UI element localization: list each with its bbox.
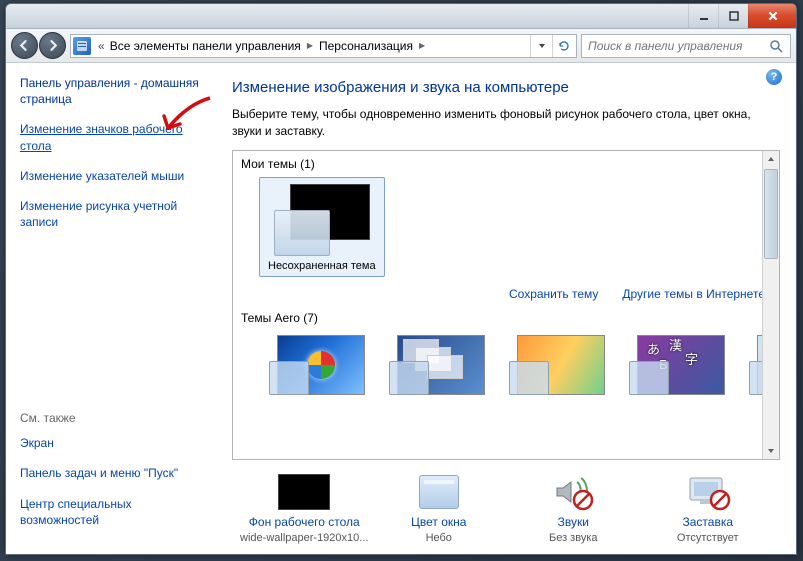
theme-tile-unsaved[interactable]: Несохраненная тема bbox=[259, 177, 385, 277]
sounds-link[interactable]: Звуки bbox=[558, 515, 589, 529]
scrollbar-track[interactable] bbox=[763, 260, 779, 442]
chevron-right-icon: ▶ bbox=[303, 41, 317, 50]
taskbar-link[interactable]: Панель задач и меню "Пуск" bbox=[20, 465, 210, 481]
page-subtitle: Выберите тему, чтобы одновременно измени… bbox=[232, 106, 780, 140]
search-box[interactable] bbox=[581, 34, 791, 58]
close-button[interactable] bbox=[748, 4, 796, 28]
scrollbar-thumb[interactable] bbox=[764, 169, 778, 259]
back-button[interactable] bbox=[11, 32, 38, 59]
search-icon bbox=[768, 38, 784, 54]
aero-theme-tile[interactable] bbox=[509, 331, 605, 395]
forward-button[interactable] bbox=[39, 32, 66, 59]
breadcrumb-overflow[interactable]: « bbox=[95, 39, 108, 53]
theme-thumbnail bbox=[274, 184, 370, 256]
desktop-icons-link[interactable]: Изменение значков рабочего стола bbox=[20, 121, 210, 153]
search-input[interactable] bbox=[588, 39, 768, 53]
maximize-button[interactable] bbox=[718, 4, 748, 28]
sounds-value: Без звука bbox=[549, 532, 598, 544]
minimize-button[interactable] bbox=[688, 4, 718, 28]
display-link[interactable]: Экран bbox=[20, 435, 210, 451]
mouse-pointers-link[interactable]: Изменение указателей мыши bbox=[20, 168, 210, 184]
save-theme-link[interactable]: Сохранить тему bbox=[509, 287, 598, 301]
navigation-bar: « Все элементы панели управления ▶ Персо… bbox=[6, 29, 796, 63]
theme-name: Несохраненная тема bbox=[268, 260, 376, 272]
account-picture-link[interactable]: Изменение рисунка учетной записи bbox=[20, 198, 210, 230]
screensaver-value: Отсутствует bbox=[677, 532, 739, 544]
sidebar: Панель управления - домашняя страница Из… bbox=[6, 63, 224, 554]
screensaver-panel[interactable]: Заставка Отсутствует bbox=[644, 472, 773, 544]
more-themes-link[interactable]: Другие темы в Интернете bbox=[622, 287, 765, 301]
aero-theme-tile[interactable] bbox=[269, 331, 365, 395]
sounds-icon bbox=[545, 472, 601, 512]
desktop-bg-link[interactable]: Фон рабочего стола bbox=[249, 515, 360, 529]
address-bar[interactable]: « Все элементы панели управления ▶ Персо… bbox=[70, 34, 577, 58]
ease-of-access-link[interactable]: Центр специальных возможностей bbox=[20, 496, 210, 528]
window-color-panel[interactable]: Цвет окна Небо bbox=[375, 472, 504, 544]
scroll-up-button[interactable] bbox=[763, 151, 779, 168]
desktop-bg-icon bbox=[276, 472, 332, 512]
sounds-panel[interactable]: Звуки Без звука bbox=[509, 472, 638, 544]
control-panel-icon bbox=[73, 37, 91, 55]
main-panel: ? Изменение изображения и звука на компь… bbox=[224, 63, 796, 554]
dropdown-button[interactable] bbox=[530, 35, 552, 57]
desktop-background-panel[interactable]: Фон рабочего стола wide-wallpaper-1920x1… bbox=[240, 472, 369, 544]
content-area: Панель управления - домашняя страница Из… bbox=[6, 63, 796, 554]
personalization-window: « Все элементы панели управления ▶ Персо… bbox=[5, 3, 797, 555]
scroll-down-button[interactable] bbox=[763, 442, 779, 459]
screensaver-icon bbox=[680, 472, 736, 512]
see-also-label: См. также bbox=[20, 411, 210, 425]
breadcrumb-item[interactable]: Все элементы панели управления bbox=[108, 39, 303, 53]
titlebar bbox=[6, 4, 796, 29]
my-themes-label: Мои темы (1) bbox=[241, 157, 771, 171]
aero-themes-row: あ 漢 字 Б bbox=[241, 331, 771, 395]
control-panel-home-link[interactable]: Панель управления - домашняя страница bbox=[20, 75, 210, 107]
desktop-bg-value: wide-wallpaper-1920x10... bbox=[240, 532, 368, 544]
aero-theme-tile[interactable] bbox=[389, 331, 485, 395]
themes-panel: Мои темы (1) Несохраненная тема Сохранит… bbox=[232, 150, 780, 460]
bottom-settings-row: Фон рабочего стола wide-wallpaper-1920x1… bbox=[232, 460, 780, 546]
screensaver-link[interactable]: Заставка bbox=[682, 515, 733, 529]
chevron-right-icon: ▶ bbox=[415, 41, 429, 50]
window-color-icon bbox=[411, 472, 467, 512]
aero-theme-tile[interactable]: あ 漢 字 Б bbox=[629, 331, 725, 395]
window-color-value: Небо bbox=[426, 532, 452, 544]
breadcrumb-item[interactable]: Персонализация bbox=[317, 39, 415, 53]
window-color-link[interactable]: Цвет окна bbox=[411, 515, 466, 529]
help-button[interactable]: ? bbox=[766, 69, 782, 85]
page-title: Изменение изображения и звука на компьют… bbox=[232, 79, 780, 96]
refresh-button[interactable] bbox=[552, 35, 574, 57]
vertical-scrollbar[interactable] bbox=[762, 151, 779, 459]
aero-themes-label: Темы Aero (7) bbox=[241, 311, 771, 325]
